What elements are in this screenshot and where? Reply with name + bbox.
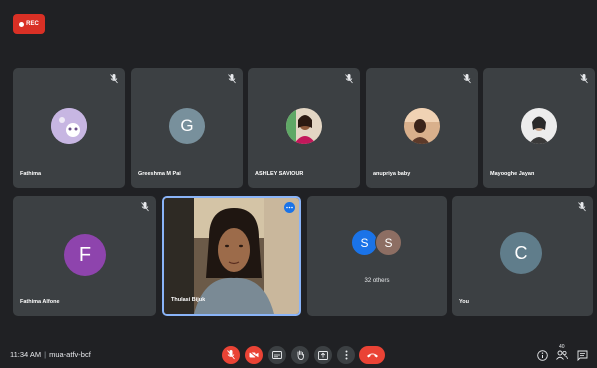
present-button[interactable] [314, 346, 332, 364]
more-options-icon[interactable] [284, 202, 295, 213]
meeting-info: 11:34 AM | mua-atfv-bcf [10, 350, 91, 359]
recording-label: REC [26, 21, 39, 27]
recording-badge: REC [13, 14, 45, 34]
mic-muted-icon [345, 74, 353, 84]
mic-muted-icon [580, 74, 588, 84]
camera-off-icon [249, 351, 259, 359]
bottom-control-bar: 11:34 AM | mua-atfv-bcf 40 [0, 344, 597, 368]
participant-name: Fathima [20, 171, 42, 177]
people-button[interactable]: 40 [555, 344, 569, 362]
participant-name: Fathima Alfone [20, 299, 60, 305]
avatar-letter: G [169, 108, 205, 144]
clock-time: 11:34 AM [10, 350, 42, 359]
recording-dot-icon [19, 21, 25, 27]
participant-name: anupriya baby [373, 171, 411, 177]
captions-button[interactable] [268, 346, 286, 364]
meeting-details-button[interactable] [535, 348, 549, 362]
more-options-icon [345, 350, 347, 360]
participant-tile-others[interactable]: S S 32 others [307, 196, 447, 316]
avatar-photo [521, 108, 557, 144]
profile-photo-icon [51, 108, 87, 144]
people-icon [556, 350, 568, 360]
participant-tile-self[interactable]: C You [452, 196, 593, 316]
present-icon [318, 350, 328, 360]
info-icon [536, 349, 548, 361]
chat-icon [577, 350, 587, 361]
mic-toggle-button[interactable] [222, 346, 240, 364]
mic-muted-icon [110, 74, 118, 84]
mic-muted-icon [228, 74, 236, 84]
participant-tile-greeshma[interactable]: G Greeshma M Pai [131, 68, 243, 188]
avatar-photo [404, 108, 440, 144]
mic-muted-icon [578, 202, 586, 212]
end-call-icon [366, 353, 378, 358]
more-options-button[interactable] [337, 346, 355, 364]
participant-name: Thulasi Bijuk [171, 297, 206, 303]
camera-toggle-button[interactable] [245, 346, 263, 364]
raise-hand-button[interactable] [291, 346, 309, 364]
participant-name: Mayooghe Jayan [490, 171, 535, 177]
meeting-code: mua-atfv-bcf [49, 350, 91, 359]
chat-button[interactable] [575, 348, 589, 362]
participant-name: Greeshma M Pai [138, 171, 181, 177]
participant-tile-mayooghe[interactable]: Mayooghe Jayan [483, 68, 595, 188]
mic-muted-icon [463, 74, 471, 84]
others-avatar-2: S [375, 229, 402, 256]
end-call-button[interactable] [359, 346, 385, 364]
participant-tile-ashley[interactable]: ASHLEY SAVIOUR [248, 68, 360, 188]
avatar-fathima [51, 108, 87, 144]
mic-off-icon [227, 350, 235, 360]
raise-hand-icon [297, 350, 304, 360]
participant-name: ASHLEY SAVIOUR [255, 171, 304, 177]
people-count-badge: 40 [559, 344, 565, 350]
mic-muted-icon [141, 202, 149, 212]
avatar-letter: C [500, 232, 542, 274]
avatar-letter: F [64, 234, 106, 276]
avatar-photo [286, 108, 322, 144]
others-count-label: 32 others [364, 278, 390, 284]
participant-tile-active-speaker[interactable]: Thulasi Bijuk [162, 196, 301, 316]
participant-tile-fathima-alfone[interactable]: F Fathima Alfone [13, 196, 156, 316]
participant-tile-anupriya[interactable]: anupriya baby [366, 68, 478, 188]
participant-tile-fathima[interactable]: Fathima [13, 68, 125, 188]
others-avatar-1: S [351, 229, 378, 256]
captions-icon [272, 351, 282, 359]
participant-name: You [459, 299, 469, 305]
